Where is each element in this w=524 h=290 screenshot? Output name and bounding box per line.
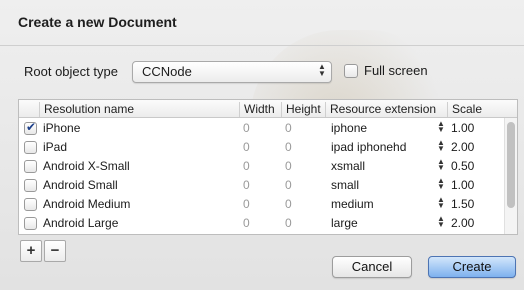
title-divider [0, 45, 524, 46]
root-object-type-value: CCNode [142, 64, 192, 79]
row-height[interactable]: 0 [285, 216, 292, 230]
fullscreen-label: Full screen [364, 63, 428, 78]
row-height[interactable]: 0 [285, 140, 292, 154]
row-scale[interactable]: 1.00 [451, 178, 474, 192]
header-width[interactable]: Width [239, 102, 282, 117]
row-resolution-name: Android Small [43, 178, 118, 192]
fullscreen-checkbox[interactable] [344, 63, 358, 78]
row-width[interactable]: 0 [243, 216, 250, 230]
row-scale[interactable]: 1.50 [451, 197, 474, 211]
row-height[interactable]: 0 [285, 121, 292, 135]
add-resolution-button[interactable]: + [20, 240, 42, 262]
row-resource-extension[interactable]: large [331, 216, 358, 230]
scale-stepper-icon[interactable]: ▲ ▼ [437, 139, 445, 153]
row-resolution-name: Android Large [43, 216, 119, 230]
row-width[interactable]: 0 [243, 197, 250, 211]
header-check-column [19, 102, 41, 117]
scale-stepper-icon[interactable]: ▲ ▼ [437, 177, 445, 191]
row-resolution-name: iPad [43, 140, 68, 154]
row-scale[interactable]: 1.00 [451, 121, 474, 135]
table-row[interactable]: iPhone 0 0 iphone ▲▼ 1.00 [19, 118, 517, 137]
row-resolution-name: iPhone [43, 121, 81, 135]
row-enable-checkbox[interactable] [24, 179, 37, 192]
row-scale[interactable]: 2.00 [451, 140, 474, 154]
row-height[interactable]: 0 [285, 178, 292, 192]
table-row[interactable]: iPad 0 0 ipad iphonehd ▲ ▼ 2.00 [19, 137, 517, 156]
row-enable-checkbox[interactable] [24, 120, 37, 135]
header-resolution-name[interactable]: Resolution name [39, 102, 240, 117]
remove-resolution-button[interactable]: − [44, 240, 66, 262]
row-resolution-name: Android Medium [43, 197, 131, 211]
table-scrollbar[interactable] [504, 118, 517, 234]
table-row[interactable]: Android Small 0 0 small ▲ ▼ 1.00 [19, 175, 517, 194]
create-document-dialog: Create a new Document Root object type C… [0, 0, 524, 290]
row-scale[interactable]: 0.50 [451, 159, 474, 173]
row-width[interactable]: 0 [243, 159, 250, 173]
row-enable-checkbox[interactable] [24, 217, 37, 230]
root-object-type-select[interactable]: CCNode ▲ ▼ [132, 61, 332, 83]
row-width[interactable]: 0 [243, 121, 250, 135]
row-height[interactable]: 0 [285, 197, 292, 211]
row-height[interactable]: 0 [285, 159, 292, 173]
header-resource-extension[interactable]: Resource extension [325, 102, 450, 117]
row-resource-extension[interactable]: iphone [331, 121, 367, 135]
table-row[interactable]: Android Medium 0 0 medium ▲ ▼ 1.50 [19, 194, 517, 213]
scale-stepper-icon[interactable]: ▲ ▼ [437, 215, 445, 229]
cancel-button[interactable]: Cancel [332, 256, 412, 278]
row-resource-extension[interactable]: medium [331, 197, 374, 211]
scrollbar-knob[interactable] [507, 122, 515, 208]
table-header: Resolution name Width Height Resource ex… [19, 100, 517, 118]
row-scale[interactable]: 2.00 [451, 216, 474, 230]
row-enable-checkbox[interactable] [24, 160, 37, 173]
row-resolution-name: Android X-Small [43, 159, 130, 173]
root-object-type-label: Root object type [24, 64, 118, 79]
row-enable-checkbox[interactable] [24, 198, 37, 211]
table-row[interactable]: Android Large 0 0 large ▲ ▼ 2.00 [19, 213, 517, 232]
dialog-title: Create a new Document [18, 14, 177, 30]
header-height[interactable]: Height [281, 102, 328, 117]
fullscreen-option[interactable]: Full screen [344, 63, 428, 78]
header-scale[interactable]: Scale [447, 102, 492, 117]
row-resource-extension[interactable]: small [331, 178, 359, 192]
scale-stepper-icon[interactable]: ▲ ▼ [437, 158, 445, 172]
row-width[interactable]: 0 [243, 178, 250, 192]
row-enable-checkbox[interactable] [24, 141, 37, 154]
create-button[interactable]: Create [428, 256, 516, 278]
row-width[interactable]: 0 [243, 140, 250, 154]
table-row[interactable]: Android X-Small 0 0 xsmall ▲ ▼ 0.50 [19, 156, 517, 175]
row-resource-extension[interactable]: xsmall [331, 159, 365, 173]
row-resource-extension[interactable]: ipad iphonehd [331, 140, 406, 154]
select-arrows-icon: ▲ ▼ [318, 62, 326, 78]
scale-stepper-icon[interactable]: ▲ ▼ [437, 196, 445, 210]
resolutions-table: Resolution name Width Height Resource ex… [18, 99, 518, 235]
scale-stepper-icon[interactable]: ▲ ▼ [437, 120, 445, 134]
